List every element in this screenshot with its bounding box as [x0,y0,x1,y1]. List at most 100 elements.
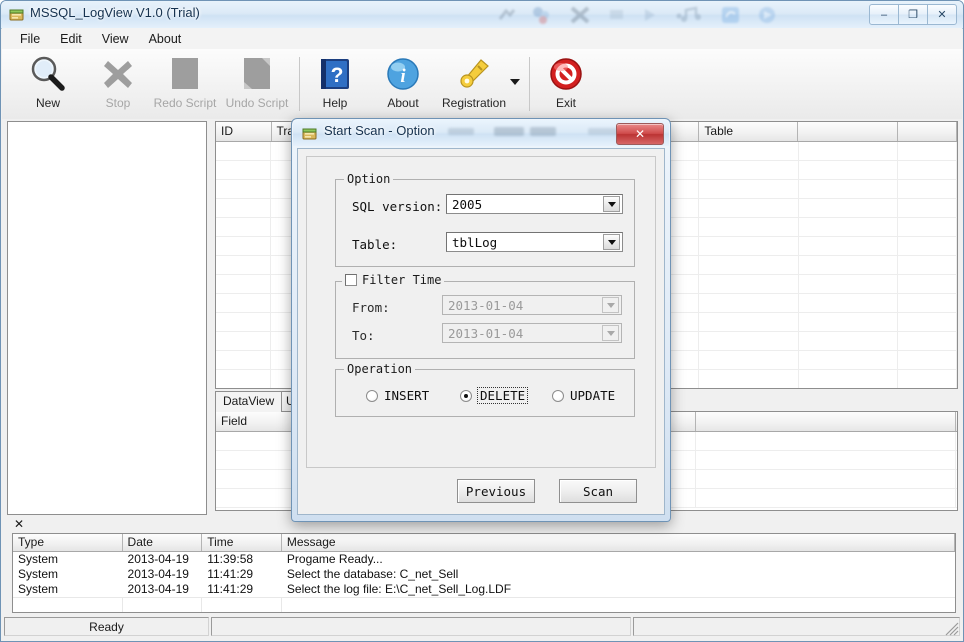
log-table[interactable]: Type Date Time Message System 2013-04-19… [12,533,956,613]
log-cell-message: Select the log file: E:\C_net_Sell_Log.L… [286,582,512,596]
menu-item-edit[interactable]: Edit [50,30,92,48]
x-cross-icon [98,53,138,95]
toolbar-label-exit: Exit [555,96,576,110]
dialog-options-panel: Option SQL version: 2005 Table: tblLog F… [306,156,656,468]
menu-item-view[interactable]: View [92,30,139,48]
records-col-7[interactable] [897,122,957,141]
log-cell-date: 2013-04-19 [127,567,189,581]
log-table-header: Type Date Time Message [13,534,955,552]
toolbar-label-undo-script: Undo Script [225,96,289,110]
log-col-type[interactable]: Type [13,534,123,551]
toolbar-button-registration[interactable]: Registration [432,53,516,115]
close-x-icon[interactable]: ✕ [14,517,24,531]
toolbar-button-undo-script[interactable]: Undo Script [224,53,290,115]
toolbar-button-about[interactable]: i About [370,53,436,115]
records-col-table[interactable]: Table [699,122,799,141]
tab-dataview[interactable]: DataView [215,391,283,412]
field-col-4[interactable] [696,412,956,431]
toolbar-button-exit[interactable]: Exit [533,53,599,115]
caret-down-icon[interactable] [602,325,619,341]
sql-version-combobox[interactable]: 2005 [446,194,623,214]
radio-dot-insert [366,389,378,402]
log-cell-message: Select the database: C_net_Sell [286,567,459,581]
log-col-date[interactable]: Date [123,534,203,551]
gold-key-icon [454,53,494,95]
window-title: MSSQL_LogView V1.0 (Trial) [30,5,200,20]
toolbar-label-help: Help [322,96,348,110]
dialog-title: Start Scan - Option [324,123,435,138]
from-date-value: 2013-01-04 [448,297,524,313]
minimize-button[interactable]: – [869,4,899,25]
menubar: File Edit View About [2,28,962,50]
from-date-combobox[interactable]: 2013-01-04 [442,295,622,315]
radio-label-update: UPDATE [570,388,616,403]
toolbar-button-redo-script[interactable]: Redo Script [152,53,218,115]
toolbar-label-new: New [35,96,60,110]
table-row[interactable]: System 2013-04-19 11:41:29 Select the da… [13,567,955,582]
log-cell-time: 11:41:29 [207,567,254,581]
log-cell-type: System [18,552,59,566]
info-circle-icon: i [383,53,423,95]
table-row[interactable] [13,597,955,612]
radio-update[interactable]: UPDATE [552,388,615,403]
table-label: Table: [352,237,398,252]
maximize-button[interactable]: ❐ [898,4,928,25]
log-cell-date: 2013-04-19 [127,552,189,566]
log-cell-time: 11:39:58 [207,552,254,566]
table-row[interactable]: System 2013-04-19 11:39:58 Progame Ready… [13,552,955,567]
caret-down-icon[interactable] [602,297,619,313]
filter-time-caption[interactable]: Filter Time [342,273,445,287]
to-label: To: [352,328,375,343]
to-date-combobox[interactable]: 2013-01-04 [442,323,622,343]
toolbar-label-registration: Registration [441,96,507,110]
sql-version-label: SQL version: [352,199,443,214]
resize-grip-icon[interactable] [945,622,959,636]
log-col-time[interactable]: Time [202,534,282,551]
menu-item-file[interactable]: File [10,30,50,48]
toolbar-label-redo-script: Redo Script [153,96,217,110]
previous-button[interactable]: Previous [457,479,535,503]
records-col-id[interactable]: ID [216,122,272,141]
page-icon [166,53,204,95]
option-group: Option SQL version: 2005 Table: tblLog [335,172,635,267]
log-panel: ✕ Type Date Time Message System 2013-04-… [4,517,960,617]
blue-book-icon: ? [315,53,355,95]
log-cell-date: 2013-04-19 [127,582,189,596]
toolbar-separator-2 [529,57,530,111]
window-titlebar: MSSQL_LogView V1.0 (Trial) – ❐ ✕ [1,1,963,29]
scan-button[interactable]: Scan [559,479,637,503]
object-tree-panel[interactable] [7,121,207,515]
toolbar-button-new[interactable]: New [15,53,81,115]
log-table-body: System 2013-04-19 11:39:58 Progame Ready… [13,552,955,612]
status-cell-2 [211,617,631,636]
vertical-splitter[interactable] [208,121,213,515]
records-col-6[interactable] [798,122,898,141]
log-cell-message: Progame Ready... [286,552,383,566]
sql-version-value: 2005 [452,196,483,212]
table-value: tblLog [452,234,498,250]
caret-down-icon[interactable] [603,196,620,212]
radio-dot-update [552,389,564,402]
toolbar-button-help[interactable]: ? Help [302,53,368,115]
toolbar-label-stop: Stop [105,96,131,110]
radio-delete[interactable]: DELETE [460,387,529,404]
field-col-field[interactable]: Field [216,412,296,431]
filter-time-checkbox[interactable] [345,274,357,286]
log-cell-time: 11:41:29 [207,582,254,596]
caret-down-icon[interactable] [603,234,620,250]
menu-item-about[interactable]: About [139,30,192,48]
dialog-client-area: Options Option SQL version: 2005 Table: … [297,148,665,515]
close-button[interactable]: ✕ [927,4,957,25]
window-controls[interactable]: – ❐ ✕ [869,4,957,25]
red-forbidden-icon [546,53,586,95]
table-combobox[interactable]: tblLog [446,232,623,252]
status-cell-ready: Ready [4,617,209,636]
radio-insert[interactable]: INSERT [366,388,429,403]
dialog-close-button[interactable]: ✕ [616,123,664,145]
caret-down-icon[interactable] [510,79,520,85]
table-row[interactable]: System 2013-04-19 11:41:29 Select the lo… [13,582,955,597]
log-col-message[interactable]: Message [282,534,955,551]
toolbar-button-stop[interactable]: Stop [85,53,151,115]
option-group-caption: Option [344,172,394,186]
svg-text:?: ? [331,64,344,87]
